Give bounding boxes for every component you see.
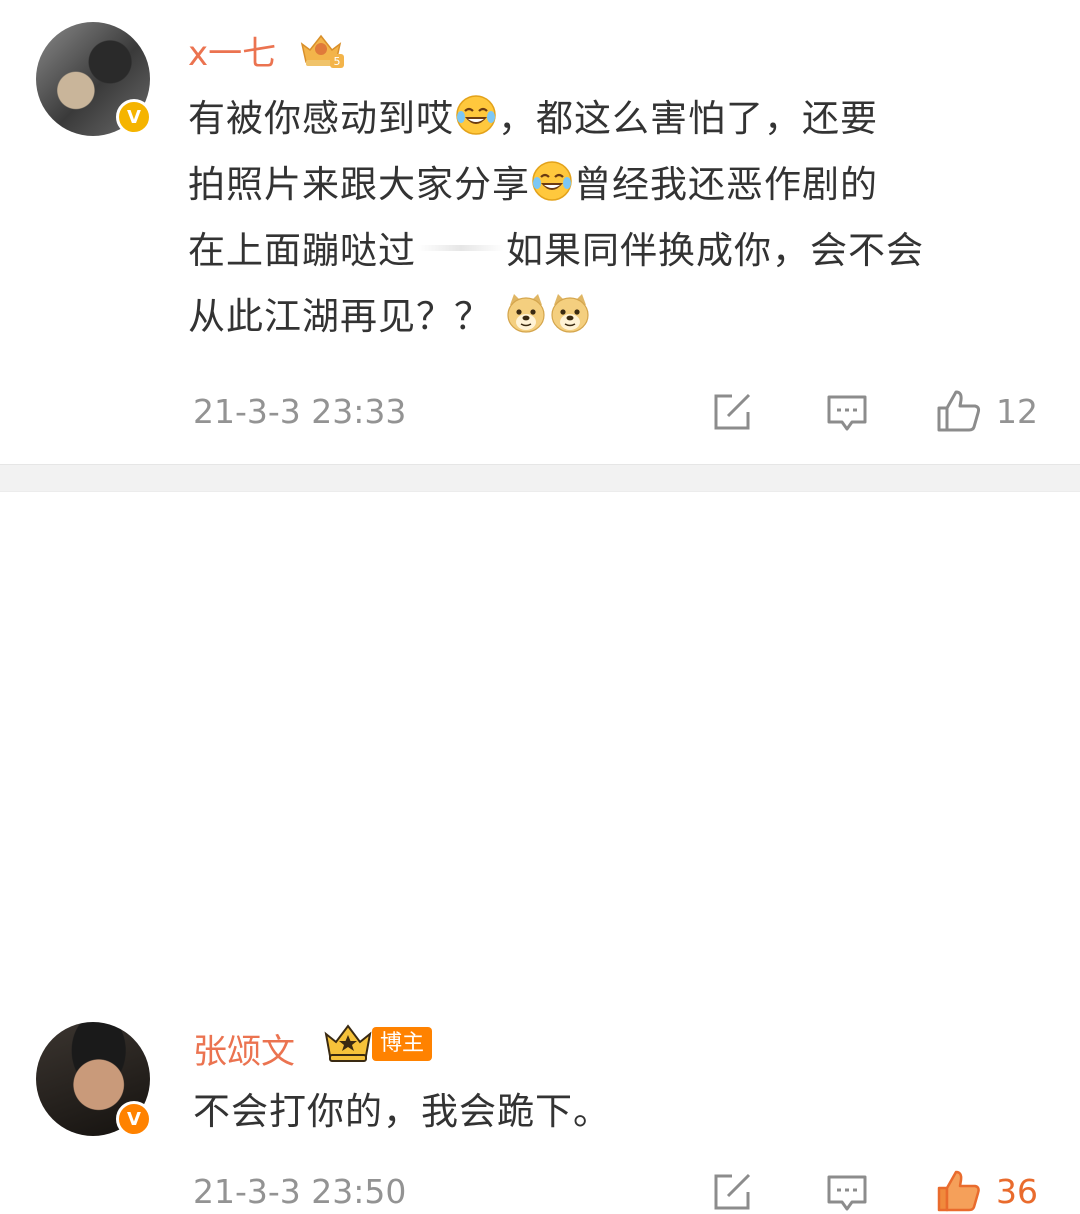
username[interactable]: x一七 bbox=[188, 26, 276, 75]
share-icon bbox=[714, 1173, 751, 1210]
comment-text: 有被你感动到哎 ，都这么害怕了，还要 拍照片来跟大家分享 曾经我还恶作剧的 在上面蹦… bbox=[188, 86, 1058, 350]
share-button[interactable] bbox=[712, 1172, 754, 1212]
like-count: 12 bbox=[996, 391, 1038, 431]
doge-emoji bbox=[551, 294, 589, 333]
doge-emoji bbox=[507, 294, 545, 333]
blogger-tag: 博主 bbox=[372, 1027, 433, 1061]
username[interactable]: 张颂文 bbox=[193, 1024, 295, 1073]
comment-divider bbox=[0, 464, 1080, 492]
share-icon bbox=[714, 393, 751, 430]
comment-item: V 张颂文 博主 不会打你的，我会跪下。 21-3-3 23:50 36 bbox=[0, 492, 1080, 1212]
blurred-emoji bbox=[418, 245, 504, 251]
comment-icon bbox=[827, 1175, 867, 1211]
like-icon bbox=[937, 390, 981, 432]
crown-badge-icon: 5 bbox=[300, 34, 344, 68]
like-count: 36 bbox=[996, 1171, 1038, 1211]
laugh-cry-emoji bbox=[532, 161, 572, 201]
reply-button[interactable] bbox=[826, 1174, 868, 1214]
timestamp: 21-3-3 23:33 bbox=[193, 392, 407, 431]
comment-item: V x一七 5 有被你感动到哎 ，都这么害怕了，还要 拍照片来跟大家分享 曾经我还恶… bbox=[0, 0, 1080, 464]
laugh-cry-emoji bbox=[456, 95, 496, 135]
svg-text:5: 5 bbox=[334, 55, 341, 68]
like-button[interactable]: 12 bbox=[936, 388, 1038, 434]
share-button[interactable] bbox=[712, 392, 754, 432]
crown-badge-icon bbox=[324, 1024, 372, 1062]
comment-text: 不会打你的，我会跪下。 bbox=[193, 1090, 611, 1133]
like-icon bbox=[937, 1170, 980, 1212]
like-button[interactable]: 36 bbox=[936, 1168, 1038, 1214]
verified-badge: V bbox=[116, 99, 152, 135]
reply-button[interactable] bbox=[826, 394, 868, 434]
comment-icon bbox=[827, 395, 867, 431]
timestamp: 21-3-3 23:50 bbox=[193, 1172, 407, 1211]
verified-badge: V bbox=[116, 1101, 152, 1137]
